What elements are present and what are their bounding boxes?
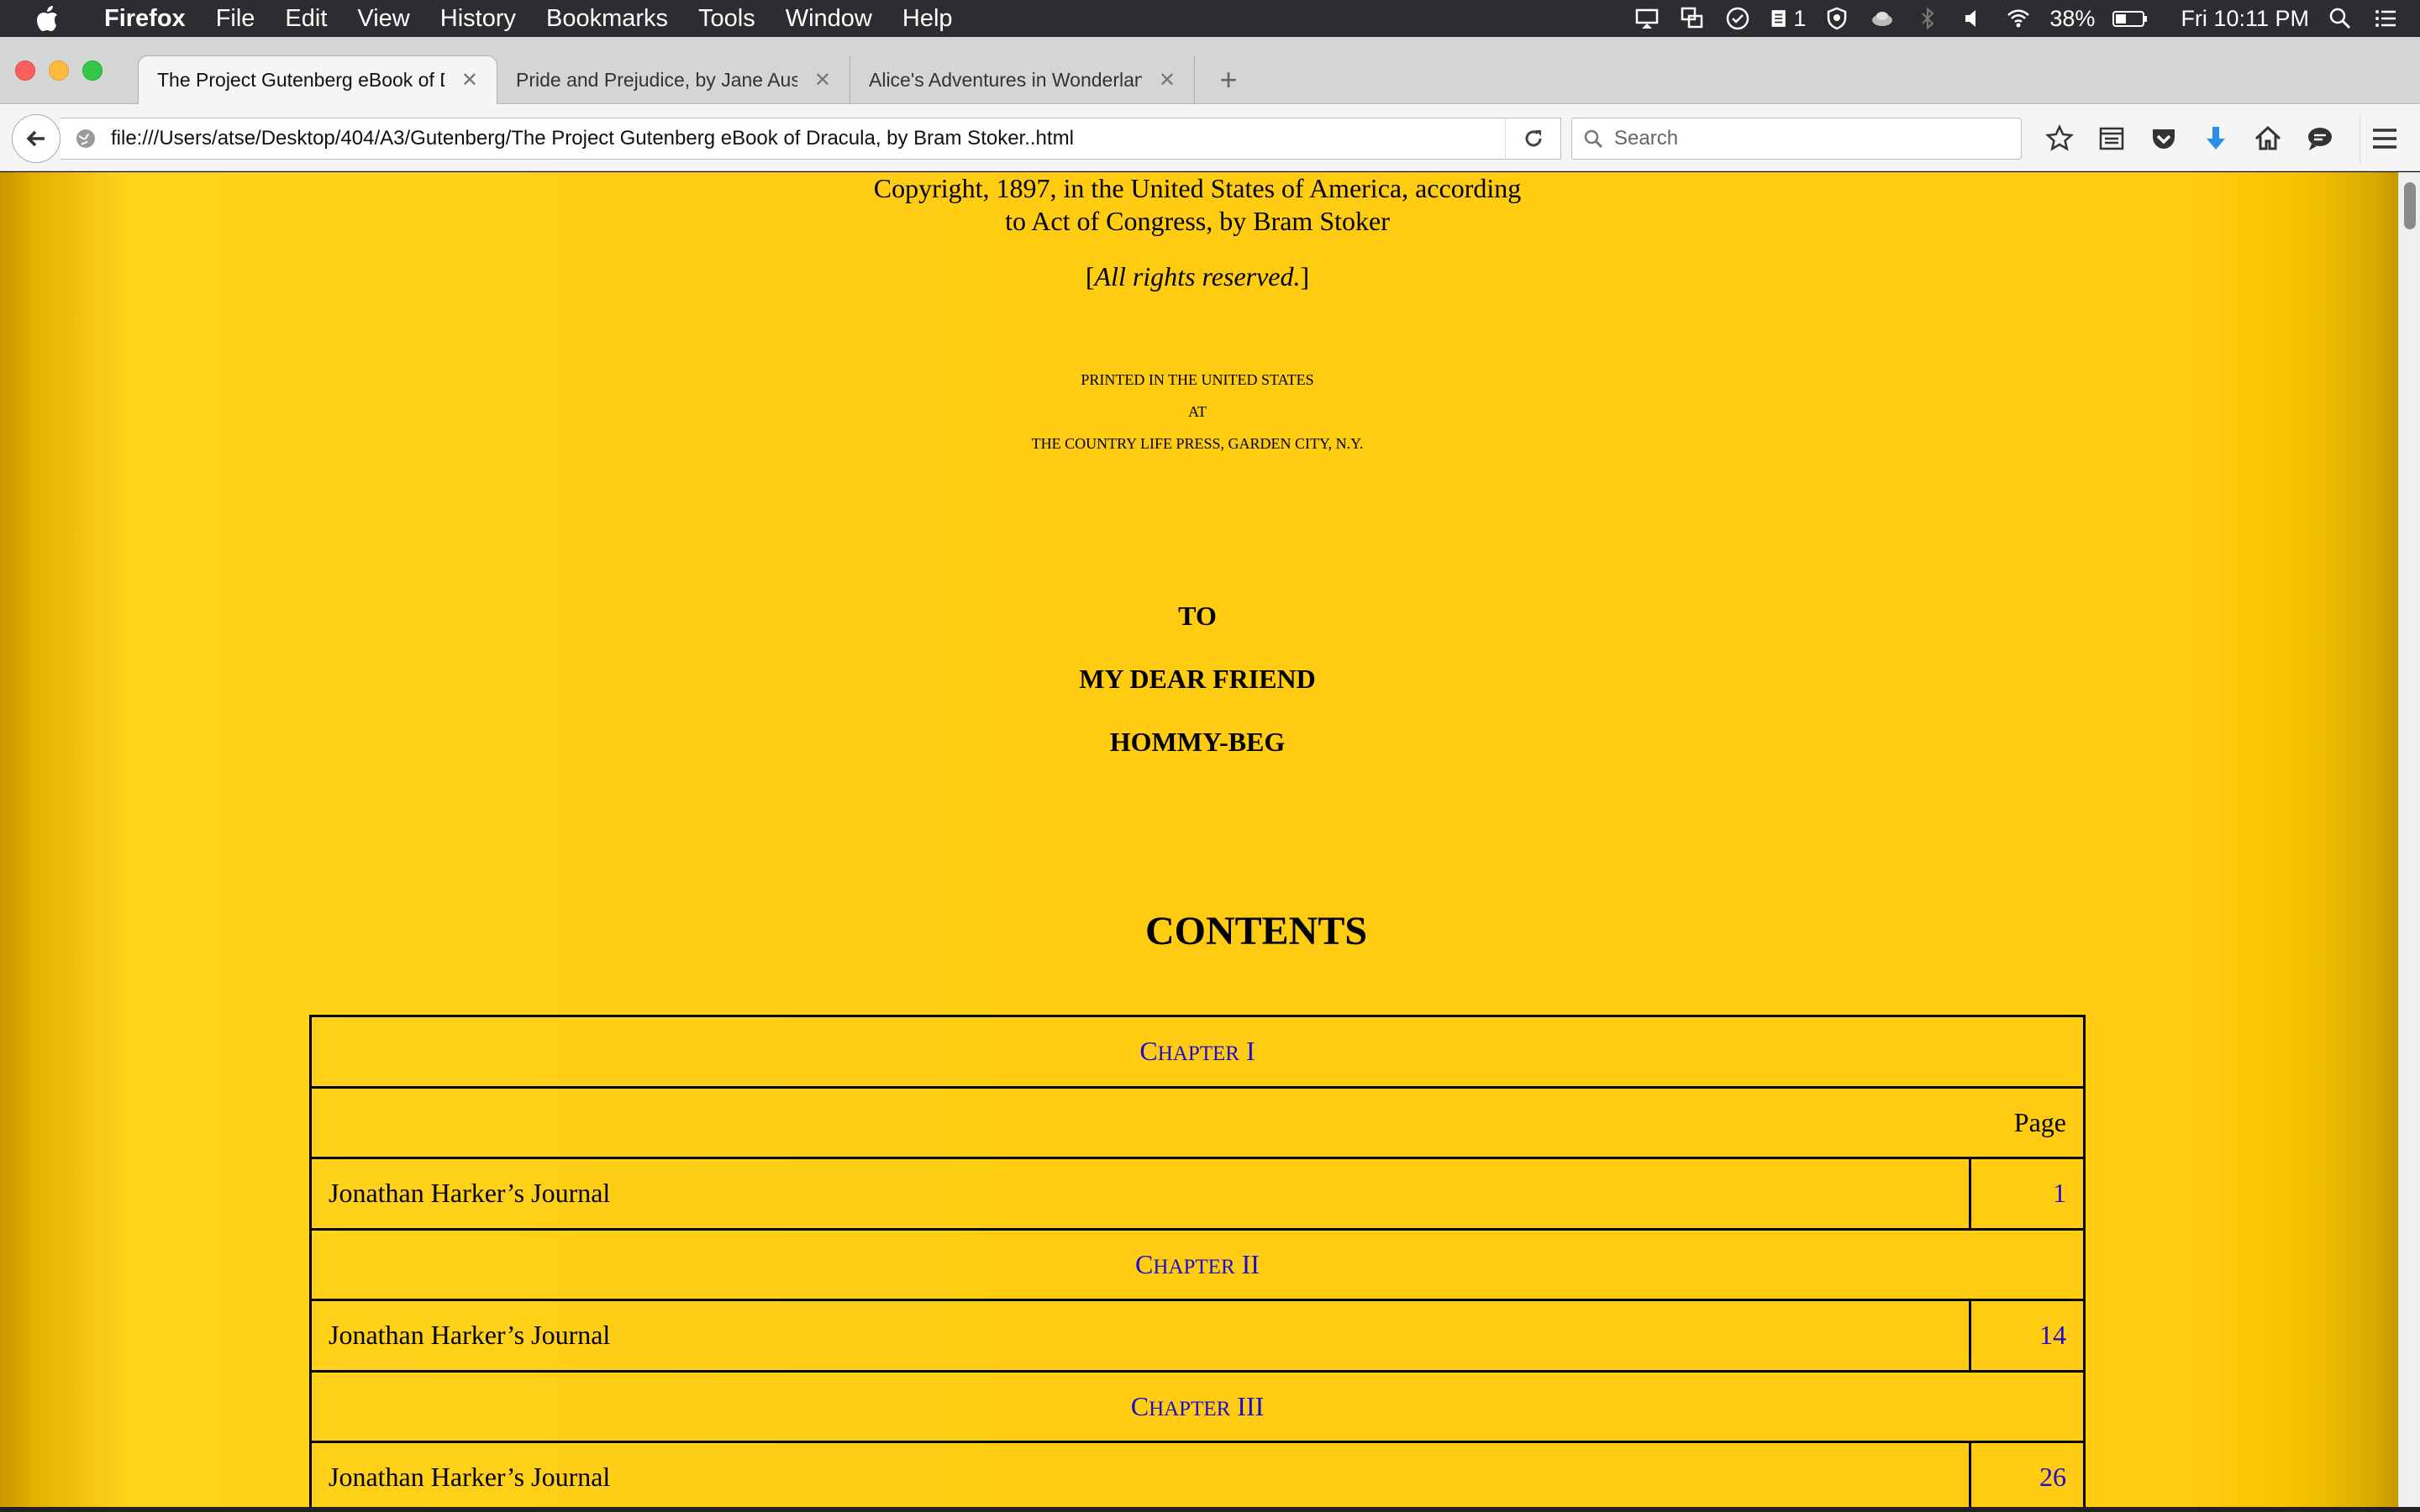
- shield-icon[interactable]: [1823, 4, 1851, 33]
- menu-history[interactable]: History: [425, 5, 531, 33]
- tab-dracula[interactable]: The Project Gutenberg eBook of D... ✕: [138, 55, 497, 104]
- table-row: CHAPTER II: [309, 1227, 2086, 1301]
- printer-line: PRINTED IN THE UNITED STATES: [1081, 371, 1314, 388]
- page-content: Copyright, 1897, in the United States of…: [0, 172, 2398, 1508]
- copyright-line: Copyright, 1897, in the United States of…: [873, 173, 1522, 203]
- close-tab-icon[interactable]: ✕: [814, 68, 831, 92]
- menu-tools[interactable]: Tools: [683, 5, 771, 33]
- pocket-icon[interactable]: [2138, 114, 2190, 163]
- cloud-icon[interactable]: [1868, 4, 1897, 33]
- page-number-link[interactable]: 1: [1969, 1157, 2086, 1231]
- tab-strip: The Project Gutenberg eBook of D... ✕ Pr…: [0, 37, 2420, 104]
- new-tab-button[interactable]: +: [1210, 55, 1247, 104]
- tab-pride-and-prejudice[interactable]: Pride and Prejudice, by Jane Austen ✕: [497, 55, 850, 104]
- table-row: Jonathan Harker’s Journal 14: [309, 1299, 2086, 1373]
- menu-app-firefox[interactable]: Firefox: [89, 5, 201, 33]
- window-bottom-edge: [0, 1507, 2420, 1512]
- contents-heading: CONTENTS: [1144, 909, 1368, 953]
- reading-list-icon[interactable]: [2086, 114, 2138, 163]
- notification-center-icon[interactable]: [2371, 4, 2400, 33]
- copyright-notice: Copyright, 1897, in the United States of…: [0, 172, 2395, 238]
- notes-badge: 1: [1793, 5, 1807, 31]
- dedication-to: TO: [1178, 601, 1217, 631]
- hamburger-menu-icon[interactable]: [2360, 114, 2408, 163]
- chapter-title: Jonathan Harker’s Journal: [309, 1157, 1971, 1231]
- close-tab-icon[interactable]: ✕: [1159, 68, 1176, 92]
- chapter-link-1[interactable]: CHAPTER I: [309, 1015, 2086, 1089]
- minimize-window-button[interactable]: [49, 60, 69, 81]
- table-row: CHAPTER I: [309, 1015, 2086, 1089]
- close-tab-icon[interactable]: ✕: [461, 68, 478, 92]
- screens-icon[interactable]: [1678, 4, 1707, 33]
- tab-alice-in-wonderland[interactable]: Alice's Adventures in Wonderland, ... ✕: [850, 55, 1195, 104]
- navigation-toolbar: file:///Users/atse/Desktop/404/A3/Gutenb…: [0, 104, 2420, 171]
- notes-icon[interactable]: 1: [1769, 4, 1806, 33]
- reload-button[interactable]: [1505, 118, 1560, 160]
- table-row: Jonathan Harker’s Journal 26: [309, 1441, 2086, 1508]
- clock[interactable]: Fri 10:11 PM: [2181, 6, 2309, 32]
- apple-icon[interactable]: [30, 4, 64, 33]
- tab-label: Pride and Prejudice, by Jane Austen: [516, 68, 797, 91]
- chapter-title: Jonathan Harker’s Journal: [309, 1441, 1971, 1508]
- site-info-icon[interactable]: [60, 128, 111, 150]
- table-of-contents: CHAPTER I Page Jonathan Harker’s Journal…: [309, 1015, 2086, 1508]
- close-window-button[interactable]: [15, 60, 35, 81]
- printer-line: THE COUNTRY LIFE PRESS, GARDEN CITY, N.Y…: [1031, 435, 1364, 452]
- dedication-name: HOMMY-BEG: [1109, 727, 1286, 757]
- search-input[interactable]: [1614, 127, 2001, 150]
- back-button[interactable]: [12, 114, 60, 163]
- reload-icon: [1525, 130, 1541, 147]
- dedication-friend: MY DEAR FRIEND: [1079, 664, 1316, 694]
- menu-window[interactable]: Window: [771, 5, 887, 33]
- chapter-link-3[interactable]: CHAPTER III: [309, 1369, 2086, 1443]
- printer-notice: PRINTED IN THE UNITED STATES AT THE COUN…: [0, 364, 2395, 459]
- battery-icon[interactable]: [2112, 4, 2149, 33]
- printer-line: AT: [1188, 403, 1207, 420]
- download-icon[interactable]: [2190, 114, 2242, 163]
- table-row: Jonathan Harker’s Journal 1: [309, 1157, 2086, 1231]
- toolbar-icons: [2033, 114, 2346, 163]
- page-number-link[interactable]: 26: [1969, 1441, 2086, 1508]
- search-bar[interactable]: [1571, 118, 2022, 160]
- menu-edit[interactable]: Edit: [270, 5, 342, 33]
- page-column-header: Page: [309, 1085, 2086, 1159]
- copyright-line: to Act of Congress, by Bram Stoker: [1005, 206, 1390, 236]
- page-number-link[interactable]: 14: [1969, 1299, 2086, 1373]
- menu-view[interactable]: View: [342, 5, 424, 33]
- rights-text: All rights reserved.: [1094, 261, 1301, 291]
- tab-label: The Project Gutenberg eBook of D...: [157, 69, 445, 91]
- check-circle-icon[interactable]: [1723, 4, 1752, 33]
- chapter-link-2[interactable]: CHAPTER II: [309, 1227, 2086, 1301]
- menu-file[interactable]: File: [201, 5, 271, 33]
- scrollbar-thumb[interactable]: [2404, 182, 2416, 229]
- chat-icon[interactable]: [2294, 114, 2346, 163]
- wifi-icon[interactable]: [2004, 4, 2033, 33]
- url-bar[interactable]: file:///Users/atse/Desktop/404/A3/Gutenb…: [60, 118, 1561, 160]
- cast-icon[interactable]: [1633, 4, 1661, 33]
- table-row: CHAPTER III: [309, 1369, 2086, 1443]
- chapter-title: Jonathan Harker’s Journal: [309, 1299, 1971, 1373]
- rights-notice: [All rights reserved.]: [1085, 261, 1310, 291]
- home-icon[interactable]: [2242, 114, 2294, 163]
- macos-menu-bar: Firefox File Edit View History Bookmarks…: [0, 0, 2420, 37]
- spotlight-icon[interactable]: [2326, 4, 2354, 33]
- bluetooth-icon[interactable]: [1913, 4, 1942, 33]
- table-row: Page: [309, 1085, 2086, 1159]
- battery-percentage: 38%: [2049, 5, 2096, 31]
- volume-icon[interactable]: [1959, 4, 1987, 33]
- zoom-window-button[interactable]: [82, 60, 103, 81]
- bookmark-star-icon[interactable]: [2033, 114, 2086, 163]
- vertical-scrollbar[interactable]: [2398, 172, 2420, 1508]
- tab-label: Alice's Adventures in Wonderland, ...: [869, 68, 1142, 91]
- menu-bookmarks[interactable]: Bookmarks: [531, 5, 683, 33]
- menu-help[interactable]: Help: [887, 5, 968, 33]
- window-controls: [15, 60, 103, 81]
- search-icon: [1572, 129, 1614, 149]
- back-arrow-icon: [26, 130, 45, 147]
- url-text[interactable]: file:///Users/atse/Desktop/404/A3/Gutenb…: [111, 127, 1505, 150]
